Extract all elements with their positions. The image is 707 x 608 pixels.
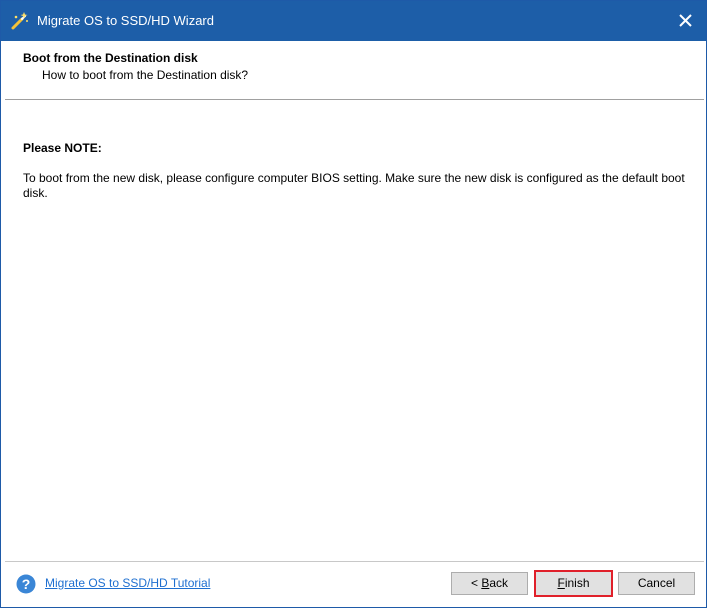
- back-prefix: <: [470, 576, 482, 590]
- note-title: Please NOTE:: [23, 141, 102, 155]
- title-bar[interactable]: Migrate OS to SSD/HD Wizard: [1, 1, 706, 41]
- cancel-button[interactable]: Cancel: [618, 572, 695, 595]
- help-icon[interactable]: ?: [16, 574, 36, 594]
- step-subtitle: How to boot from the Destination disk?: [42, 68, 249, 82]
- wizard-footer: ? Migrate OS to SSD/HD Tutorial < Back F…: [1, 562, 706, 607]
- note-body: To boot from the new disk, please config…: [23, 171, 685, 200]
- close-icon: [679, 14, 692, 27]
- wizard-window: Migrate OS to SSD/HD Wizard Boot from th…: [0, 0, 707, 608]
- back-label-rest: ack: [489, 576, 509, 590]
- tutorial-link[interactable]: Migrate OS to SSD/HD Tutorial: [45, 576, 210, 590]
- wizard-app-icon: [10, 11, 30, 31]
- step-title: Boot from the Destination disk: [23, 51, 198, 65]
- finish-button[interactable]: Finish: [534, 570, 613, 597]
- svg-text:?: ?: [22, 576, 31, 592]
- finish-mnemonic: F: [557, 576, 565, 590]
- finish-label-rest: inish: [564, 576, 590, 590]
- back-button[interactable]: < Back: [451, 572, 528, 595]
- wizard-header: Boot from the Destination disk How to bo…: [1, 41, 706, 99]
- close-button[interactable]: [666, 1, 706, 41]
- wizard-content: Please NOTE: To boot from the new disk, …: [1, 100, 706, 561]
- window-title: Migrate OS to SSD/HD Wizard: [37, 13, 214, 28]
